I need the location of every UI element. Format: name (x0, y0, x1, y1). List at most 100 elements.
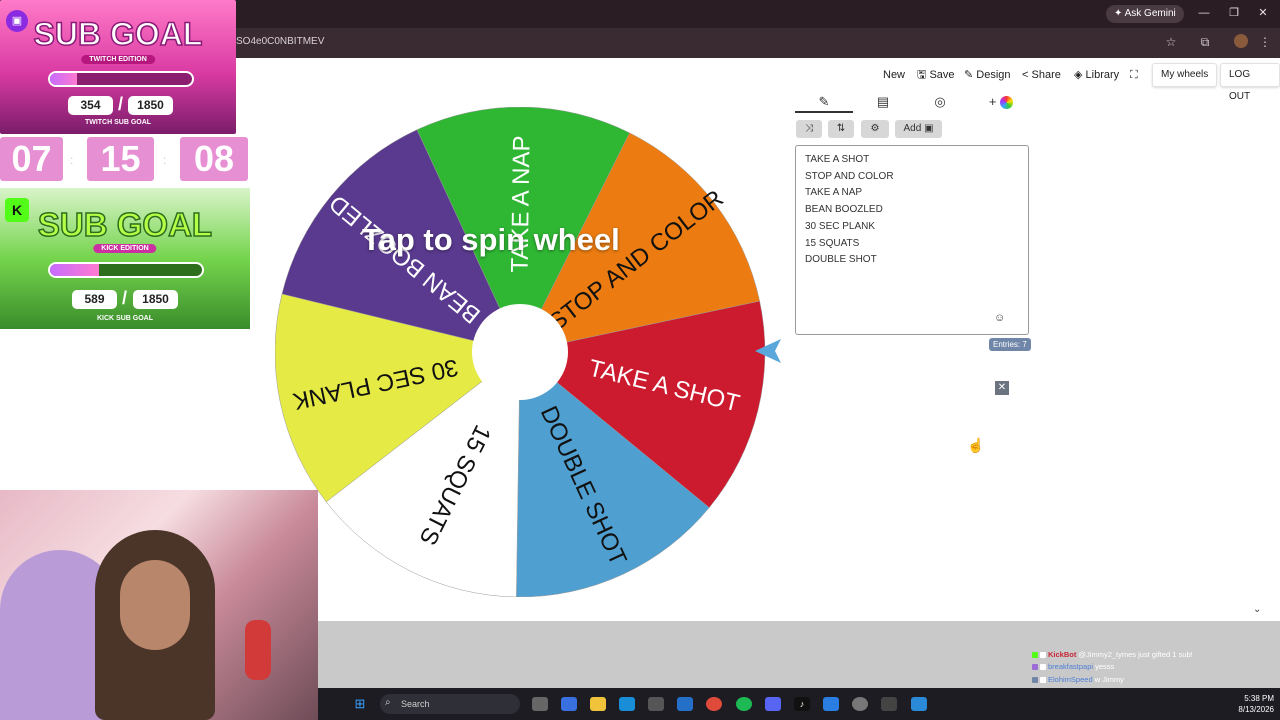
sort-icon: ⇅ (836, 123, 846, 134)
twitch-goal-caption: TWITCH SUB GOAL (84, 119, 152, 126)
chrome-icon[interactable] (706, 697, 722, 711)
obs-icon[interactable] (852, 697, 868, 711)
my-wheels-button[interactable]: My wheels (1152, 63, 1218, 87)
app-icon[interactable] (881, 697, 897, 711)
emoji-icon[interactable]: ☺ (994, 312, 1005, 324)
browser-menu-icon[interactable]: ⋮ (1258, 35, 1272, 49)
chat-text: yesss (1095, 662, 1115, 672)
entries-textarea[interactable]: TAKE A SHOT STOP AND COLOR TAKE A NAP BE… (795, 145, 1029, 335)
library-button[interactable]: ◈ Library (1074, 68, 1119, 82)
kick-target-count: 1850 (133, 290, 178, 309)
store-icon[interactable] (648, 697, 664, 711)
count-separator: / (122, 288, 128, 308)
chat-message: ElohimSpeed w Jimmy (1032, 674, 1272, 686)
entry-line: STOP AND COLOR (805, 170, 894, 182)
twitch-goal-title: SUB GOAL (33, 15, 203, 53)
chat-badge-icon (1040, 676, 1046, 683)
save-label: Save (929, 69, 955, 81)
timer-hours: 07 (0, 137, 63, 181)
entry-line: 30 SEC PLANK (805, 220, 876, 232)
new-button[interactable]: New (883, 68, 905, 82)
timer-seconds: 08 (180, 137, 248, 181)
restore-button[interactable]: ❐ (1227, 6, 1241, 20)
extensions-icon[interactable]: ⧉ (1198, 35, 1212, 49)
edge-icon[interactable] (619, 697, 635, 711)
chat-message: breakfastpapi yesss (1032, 661, 1272, 673)
design-label: Design (976, 69, 1011, 81)
brush-icon: ✎ (964, 69, 974, 81)
twitch-target-count: 1850 (128, 96, 173, 115)
twitch-sub-goal-widget: ▣ SUB GOAL TWITCH EDITION 354 / 1850 TWI… (0, 0, 236, 134)
clock-time: 5:38 PM (1244, 694, 1274, 703)
close-window-button[interactable]: ✕ (1256, 6, 1270, 20)
entry-line: 15 SQUATS (805, 237, 860, 249)
copilot-icon[interactable] (561, 697, 577, 711)
kick-sub-goal-widget: K SUB GOAL KICK EDITION 589 / 1850 KICK … (0, 188, 250, 329)
profile-avatar[interactable] (1234, 34, 1248, 48)
save-button[interactable]: 🖫 Save (917, 68, 955, 82)
entry-line: DOUBLE SHOT (805, 254, 877, 266)
design-button[interactable]: ✎ Design (964, 68, 1011, 82)
microphone-shape (245, 620, 271, 680)
kick-progress-bar (48, 262, 204, 278)
plus-color-icon[interactable]: + (981, 94, 1021, 110)
fullscreen-icon[interactable]: ⛶ (1130, 68, 1138, 82)
kick-goal-caption: KICK SUB GOAL (97, 315, 153, 322)
close-icon[interactable]: ✕ (995, 381, 1009, 395)
url-text[interactable]: SO4e0C0NBITMEV (236, 36, 324, 47)
app-icon[interactable] (823, 697, 839, 711)
windows-start-icon[interactable]: ⊞ (352, 697, 368, 711)
twitch-current-count: 354 (68, 96, 113, 115)
image-icon: ▣ (924, 123, 934, 134)
hand-cursor-icon: ☝ (967, 437, 985, 453)
webcam-feed (0, 490, 318, 720)
twitch-progress-bar (48, 71, 194, 87)
settings-button[interactable]: ⚙ (861, 120, 889, 138)
minimize-button[interactable]: — (1197, 6, 1211, 20)
entries-count-badge: Entries: 7 (989, 338, 1031, 351)
kick-current-count: 589 (72, 290, 117, 309)
timer-minutes: 15 (87, 137, 154, 181)
tiktok-icon[interactable]: ♪ (794, 697, 810, 711)
taskbar-clock[interactable]: 5:38 PM 8/13/2026 (1222, 693, 1274, 715)
add-image-label: Add (903, 123, 922, 134)
wheel-hub (472, 304, 568, 400)
chat-badge-icon (1040, 664, 1046, 671)
chat-badge-icon (1032, 652, 1038, 659)
task-view-icon[interactable] (532, 697, 548, 711)
clipboard-icon[interactable]: ▤ (873, 94, 893, 110)
outlook-icon[interactable] (677, 697, 693, 711)
count-separator: / (118, 94, 124, 114)
entry-line: TAKE A NAP (805, 187, 863, 199)
chat-username: breakfastpapi (1048, 662, 1096, 672)
taskbar-search-label: Search (401, 699, 430, 709)
entry-line: TAKE A SHOT (805, 154, 870, 165)
library-icon: ◈ (1074, 69, 1083, 81)
shuffle-icon: ⤨ (805, 123, 813, 134)
add-image-button[interactable]: Add ▣ (895, 120, 942, 138)
bookmark-star-icon[interactable]: ☆ (1164, 35, 1178, 49)
chevron-down-icon[interactable]: ⌄ (1253, 604, 1261, 615)
save-icon: 🖫 (917, 69, 927, 81)
spin-instruction[interactable]: Tap to spin wheel (362, 222, 620, 258)
eye-off-icon[interactable]: ◎ (930, 94, 950, 110)
ask-gemini-button[interactable]: ✦ Ask Gemini (1106, 5, 1184, 23)
logout-button[interactable]: LOG OUT (1220, 63, 1280, 102)
taskbar-search[interactable]: Search (380, 694, 520, 714)
sort-button[interactable]: ⇅ (828, 120, 854, 138)
shuffle-button[interactable]: ⤨ (796, 120, 822, 138)
pencil-icon[interactable]: ✎ (814, 94, 834, 110)
kick-edition-label: KICK EDITION (93, 244, 157, 253)
chat-text: w Jimmy (1094, 674, 1124, 684)
discord-icon[interactable] (765, 697, 781, 711)
chat-badge-icon (1032, 676, 1038, 683)
app-icon[interactable] (911, 697, 927, 711)
chat-message: KickBot @Jimmy2_tymes just gifted 1 sub! (1032, 649, 1272, 661)
chat-badge-icon (1032, 664, 1038, 671)
spotify-icon[interactable] (736, 697, 752, 711)
file-explorer-icon[interactable] (590, 697, 606, 711)
timer-separator: : (163, 153, 167, 167)
spin-wheel[interactable]: TAKE A SHOTDOUBLE SHOT15 SQUATS30 SEC PL… (275, 107, 785, 597)
share-icon: < (1022, 69, 1029, 81)
share-button[interactable]: < Share (1022, 68, 1061, 82)
